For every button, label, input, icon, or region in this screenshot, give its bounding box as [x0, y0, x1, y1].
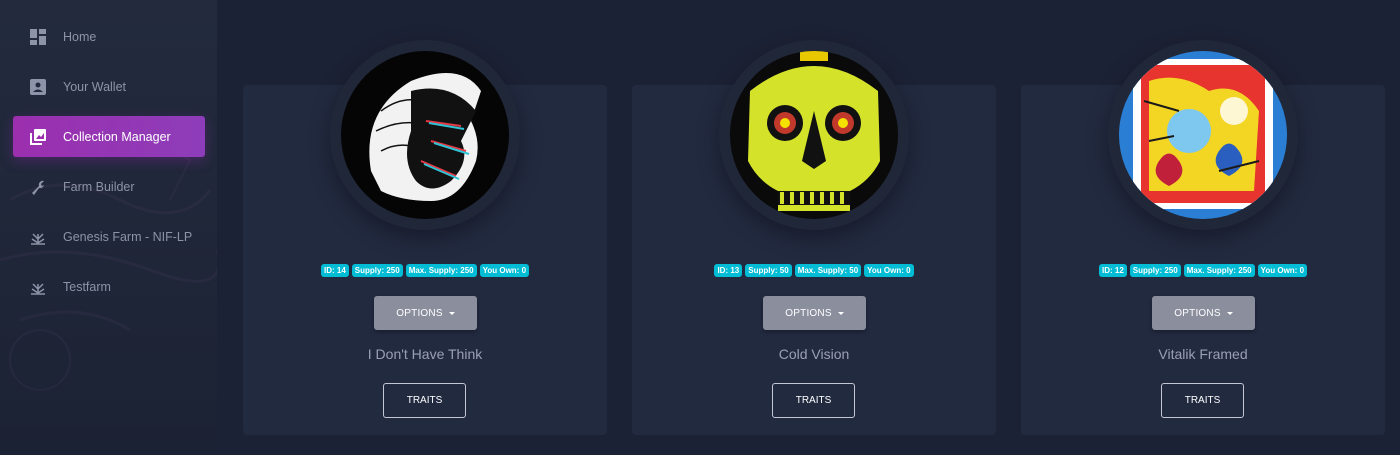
- nft-card: ID: 12 Supply: 250 Max. Supply: 250 You …: [1021, 40, 1385, 435]
- sidebar-item-genesis-farm[interactable]: Genesis Farm - NIF-LP: [13, 216, 205, 257]
- nft-badges: ID: 13 Supply: 50 Max. Supply: 50 You Ow…: [632, 264, 996, 277]
- plant-icon: [29, 278, 47, 296]
- traits-button[interactable]: TRAITS: [383, 383, 466, 418]
- sidebar-item-farm-builder[interactable]: Farm Builder: [13, 166, 205, 207]
- traits-button[interactable]: TRAITS: [1161, 383, 1244, 418]
- sidebar: Home Your Wallet Collection Manager Farm…: [0, 0, 217, 455]
- caret-down-icon: [837, 311, 844, 315]
- options-dropdown-button[interactable]: OPTIONS: [374, 296, 477, 330]
- sidebar-item-label: Home: [63, 29, 97, 44]
- wrench-icon: [29, 178, 47, 196]
- sidebar-item-home[interactable]: Home: [13, 16, 205, 57]
- nft-image-frame: [719, 40, 909, 230]
- nft-image[interactable]: [1119, 51, 1287, 219]
- caret-down-icon: [1226, 311, 1233, 315]
- id-badge: ID: 12: [1098, 264, 1127, 277]
- supply-badge: Supply: 250: [1129, 264, 1181, 277]
- owned-badge: You Own: 0: [479, 264, 530, 277]
- sidebar-item-label: Testfarm: [63, 279, 111, 294]
- dashboard-icon: [29, 28, 47, 46]
- nft-title: I Don't Have Think: [367, 346, 483, 362]
- traits-button[interactable]: TRAITS: [772, 383, 855, 418]
- owned-badge: You Own: 0: [864, 264, 914, 277]
- sidebar-item-label: Your Wallet: [63, 79, 126, 94]
- nft-title: Cold Vision: [778, 346, 850, 362]
- max-supply-badge: Max. Supply: 250: [1183, 264, 1255, 277]
- sidebar-item-label: Farm Builder: [63, 179, 135, 194]
- nft-title: Vitalik Framed: [1158, 346, 1248, 362]
- nft-card: ID: 14 Supply: 250 Max. Supply: 250 You …: [243, 40, 607, 435]
- options-label: OPTIONS: [1174, 307, 1221, 319]
- max-supply-badge: Max. Supply: 250: [405, 264, 477, 277]
- max-supply-badge: Max. Supply: 50: [794, 264, 862, 277]
- nft-image[interactable]: [341, 51, 509, 219]
- nft-image-frame: [330, 40, 520, 230]
- nft-image-frame: [1108, 40, 1298, 230]
- plant-icon: [29, 228, 47, 246]
- sidebar-item-wallet[interactable]: Your Wallet: [13, 66, 205, 107]
- owned-badge: You Own: 0: [1257, 264, 1308, 277]
- nft-card: ID: 13 Supply: 50 Max. Supply: 50 You Ow…: [632, 40, 996, 435]
- caret-down-icon: [448, 311, 455, 315]
- options-label: OPTIONS: [396, 307, 443, 319]
- id-badge: ID: 14: [320, 264, 349, 277]
- nft-badges: ID: 12 Supply: 250 Max. Supply: 250 You …: [1021, 264, 1385, 277]
- supply-badge: Supply: 250: [351, 264, 403, 277]
- supply-badge: Supply: 50: [745, 264, 792, 277]
- collections-icon: [29, 128, 47, 146]
- id-badge: ID: 13: [714, 264, 743, 277]
- sidebar-item-testfarm[interactable]: Testfarm: [13, 266, 205, 307]
- options-dropdown-button[interactable]: OPTIONS: [1152, 296, 1255, 330]
- options-dropdown-button[interactable]: OPTIONS: [763, 296, 866, 330]
- sidebar-item-label: Collection Manager: [63, 129, 171, 144]
- nft-image[interactable]: [730, 51, 898, 219]
- wallet-icon: [29, 78, 47, 96]
- options-label: OPTIONS: [785, 307, 832, 319]
- sidebar-item-label: Genesis Farm - NIF-LP: [63, 229, 193, 244]
- sidebar-item-collection-manager[interactable]: Collection Manager: [13, 116, 205, 157]
- nft-badges: ID: 14 Supply: 250 Max. Supply: 250 You …: [243, 264, 607, 277]
